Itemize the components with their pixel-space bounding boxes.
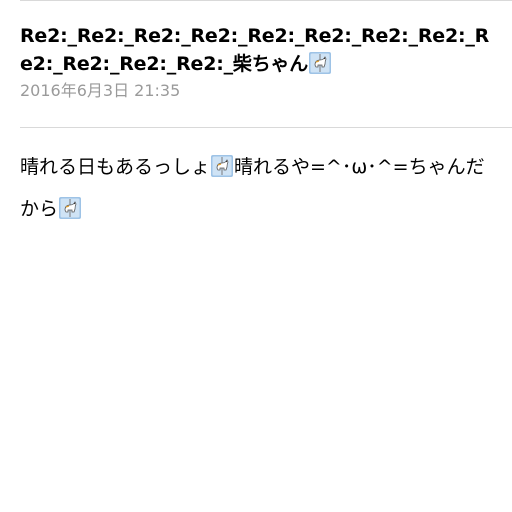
- message-date: 2016年6月3日 21:35: [20, 81, 181, 100]
- carousel-horse-emoji-icon: [309, 52, 332, 74]
- message-subject: Re2:_Re2:_Re2:_Re2:_Re2:_Re2:_Re2:_Re2:_…: [20, 22, 500, 78]
- message-header: Re2:_Re2:_Re2:_Re2:_Re2:_Re2:_Re2:_Re2:_…: [20, 22, 500, 102]
- header-divider: [20, 127, 512, 128]
- body-text-part-1: 晴れる日もあるっしょ: [20, 156, 211, 178]
- carousel-horse-emoji-icon: [59, 197, 82, 219]
- message-body: 晴れる日もあるっしょ 晴れるや=^･ω･^=ちゃんだから: [20, 146, 498, 230]
- top-divider: [20, 0, 512, 1]
- carousel-horse-emoji-icon: [211, 155, 234, 177]
- subject-text: Re2:_Re2:_Re2:_Re2:_Re2:_Re2:_Re2:_Re2:_…: [20, 25, 490, 75]
